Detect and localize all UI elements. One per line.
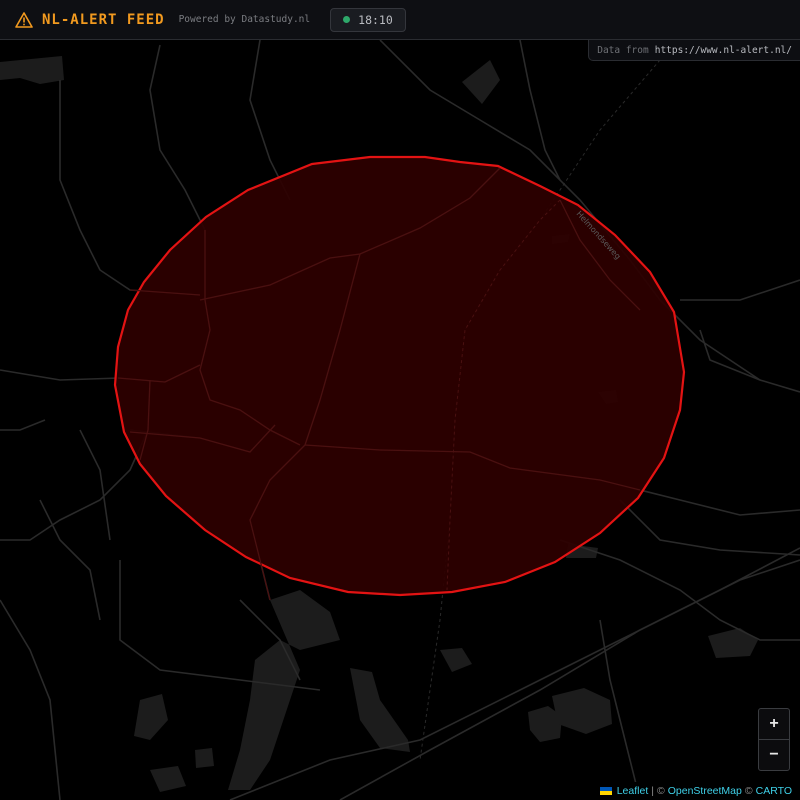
warning-triangle-icon: [14, 10, 34, 30]
openstreetmap-link[interactable]: OpenStreetMap: [668, 785, 742, 797]
carto-link[interactable]: CARTO: [756, 785, 792, 797]
ukraine-flag-icon: [599, 787, 612, 795]
map-attribution: Leaflet | © OpenStreetMap © CARTO: [591, 782, 800, 800]
alert-area-polygon[interactable]: [113, 155, 686, 597]
zoom-out-button[interactable]: −: [759, 740, 789, 770]
top-bar: NL-ALERT FEED Powered by Datastudy.nl 18…: [0, 0, 800, 40]
data-source-url[interactable]: https://www.nl-alert.nl/: [655, 45, 792, 56]
powered-by-text: Powered by Datastudy.nl: [178, 14, 311, 25]
copyright-symbol-2: ©: [744, 785, 753, 797]
leaflet-link[interactable]: Leaflet: [617, 785, 649, 797]
live-clock-badge: 18:10: [330, 7, 406, 32]
attribution-separator: |: [651, 785, 654, 797]
zoom-control: + −: [758, 708, 790, 771]
map-basemap: Helmondseweg: [0, 39, 800, 800]
zoom-in-button[interactable]: +: [759, 709, 789, 740]
app-title: NL-ALERT FEED: [42, 11, 165, 28]
copyright-symbol: ©: [656, 785, 665, 797]
clock-time: 18:10: [358, 12, 393, 27]
live-status-dot: [343, 16, 351, 23]
data-source-box: Data from https://www.nl-alert.nl/: [588, 40, 800, 61]
data-source-label: Data from: [597, 44, 649, 56]
map-canvas[interactable]: Helmondseweg: [0, 0, 800, 800]
